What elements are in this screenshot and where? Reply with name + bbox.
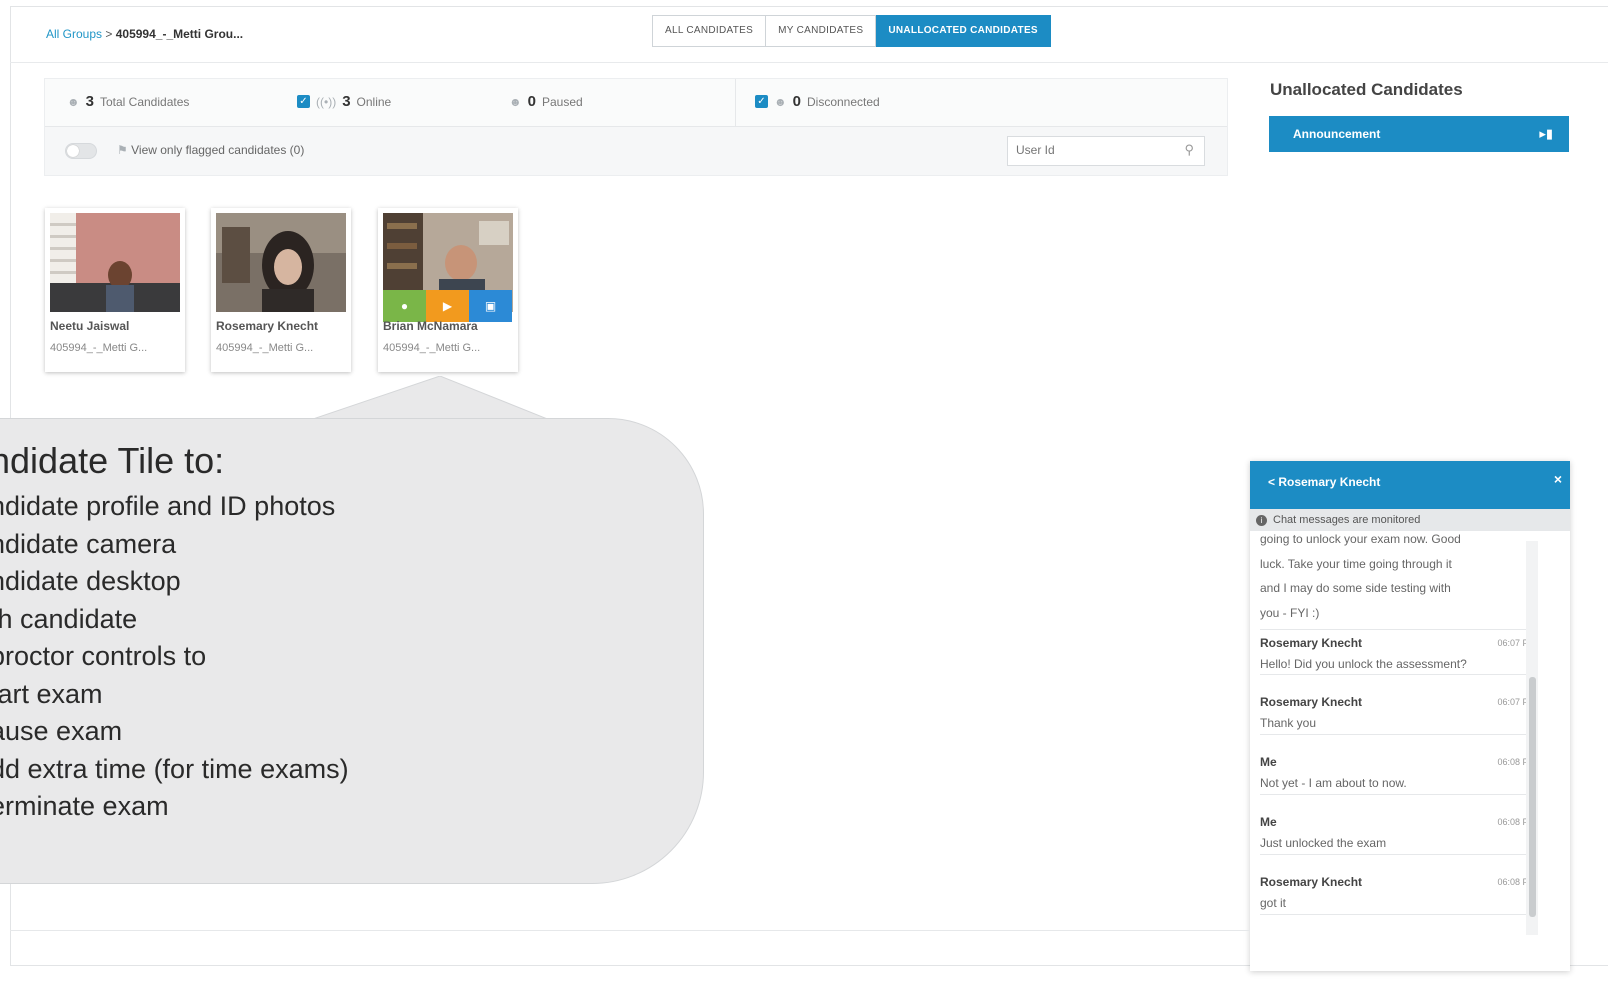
flagged-filter: ⚑ View only flagged candidates (0): [117, 143, 304, 157]
candidate-tile[interactable]: Neetu Jaiswal 405994_-_Metti G...: [45, 208, 185, 372]
candidate-action-bar: ● ▶ ▣: [383, 290, 513, 322]
info-icon: i: [1256, 515, 1267, 526]
chat-scrollbar-thumb[interactable]: [1529, 677, 1536, 917]
chat-scrollbar[interactable]: [1526, 541, 1538, 935]
divider: [735, 79, 736, 126]
breadcrumb-separator: >: [105, 27, 113, 41]
people-icon: ☻: [67, 94, 80, 109]
candidate-name: Brian McNamara: [383, 319, 478, 333]
stat-online-value: 3: [342, 93, 351, 110]
candidate-tile[interactable]: ● ▶ ▣ Brian McNamara 405994_-_Metti G...: [378, 208, 518, 372]
paused-user-icon: ☻: [509, 94, 522, 109]
previous-message-line: luck. Take your time going through it: [1260, 556, 1452, 571]
divider: [10, 930, 1250, 931]
candidate-group: 405994_-_Metti G...: [50, 342, 148, 354]
chat-message: Rosemary Knecht 06:08 PM got it: [1260, 869, 1536, 915]
callout-pointer: [310, 376, 550, 420]
stat-total-label: Total Candidates: [99, 94, 190, 109]
candidate-camera-photo[interactable]: [50, 213, 180, 312]
candidate-tabs: ALL CANDIDATES MY CANDIDATES UNALLOCATED…: [652, 15, 1051, 47]
right-panel-title: Unallocated Candidates: [1270, 80, 1463, 99]
stat-disconnected-label: Disconnected: [806, 94, 880, 109]
callout-line: proctor controls to: [0, 641, 207, 671]
callout-line: tart exam: [0, 678, 103, 709]
chat-message: Rosemary Knecht 06:07 PM Thank you: [1260, 689, 1536, 735]
user-id-search-input[interactable]: [1008, 137, 1174, 163]
disconnected-filter-checkbox[interactable]: ✓: [755, 95, 768, 108]
stat-disconnected: ✓ ☻ 0 Disconnected: [755, 93, 880, 110]
candidate-group: 405994_-_Metti G...: [216, 342, 314, 354]
message-sender: Me: [1260, 755, 1277, 769]
chat-window: < Rosemary Knecht × i Chat messages are m…: [1250, 461, 1570, 971]
chat-monitor-notice: i Chat messages are monitored: [1250, 509, 1570, 531]
stat-paused-value: 0: [527, 93, 536, 110]
previous-message-line: you - FYI :): [1260, 605, 1320, 620]
breadcrumb-root-link[interactable]: All Groups: [46, 27, 102, 41]
chat-message: Rosemary Knecht 06:07 PM Hello! Did you …: [1260, 629, 1536, 675]
breadcrumb: All Groups > 405994_-_Metti Grou...: [46, 27, 243, 41]
camera-icon[interactable]: ▶: [426, 290, 469, 322]
candidate-camera-photo[interactable]: [216, 213, 346, 312]
callout-line: dd extra time (for time exams): [0, 753, 349, 784]
stat-paused: ☻ 0 Paused: [509, 93, 583, 110]
candidate-group: 405994_-_Metti G...: [383, 342, 481, 354]
chat-icon[interactable]: ●: [383, 290, 426, 322]
announcement-button[interactable]: Announcement ▸▮: [1269, 116, 1569, 152]
stats-row: ☻ 3 Total Candidates ✓ ((•)) 3 Online ☻ …: [45, 79, 1227, 127]
flagged-toggle[interactable]: [65, 143, 97, 159]
announcement-label: Announcement: [1293, 127, 1381, 141]
message-text: Thank you: [1260, 716, 1317, 730]
chat-back-button[interactable]: < Rosemary Knecht: [1268, 475, 1380, 489]
stat-disconnected-value: 0: [792, 93, 801, 110]
previous-message: going to unlock your exam now. Good luck…: [1260, 531, 1536, 625]
candidate-name: Neetu Jaiswal: [50, 319, 130, 333]
stat-online-label: Online: [356, 94, 392, 109]
message-sender: Rosemary Knecht: [1260, 695, 1363, 709]
previous-message-line: and I may do some side testing with: [1260, 581, 1451, 595]
search-icon[interactable]: ⚲: [1184, 142, 1194, 158]
callout-line: ndidate camera: [0, 528, 177, 559]
callout-line: erminate exam: [0, 791, 169, 821]
message-text: Just unlocked the exam: [1260, 836, 1387, 850]
message-sender: Rosemary Knecht: [1260, 636, 1363, 650]
message-text: Hello! Did you unlock the assessment?: [1260, 657, 1467, 671]
stat-online: ✓ ((•)) 3 Online: [297, 93, 391, 110]
online-filter-checkbox[interactable]: ✓: [297, 95, 310, 108]
callout-line: ndidate profile and ID photos: [0, 491, 336, 521]
stat-total-value: 3: [85, 93, 94, 110]
message-text: Not yet - I am about to now.: [1260, 776, 1407, 790]
chat-message: Me 06:08 PM Not yet - I am about to now.: [1260, 749, 1536, 795]
desktop-icon[interactable]: ▣: [469, 290, 512, 322]
callout-line: th candidate: [0, 603, 138, 634]
flagged-filter-label: View only flagged candidates (0): [131, 143, 305, 157]
flag-icon: ⚑: [117, 143, 128, 157]
candidate-name: Rosemary Knecht: [216, 319, 319, 333]
stats-panel: ☻ 3 Total Candidates ✓ ((•)) 3 Online ☻ …: [44, 78, 1228, 176]
stat-total: ☻ 3 Total Candidates: [67, 93, 189, 110]
tab-all-candidates[interactable]: ALL CANDIDATES: [652, 15, 767, 47]
megaphone-icon: ▸▮: [1539, 126, 1553, 141]
chat-header: < Rosemary Knecht ×: [1250, 461, 1570, 509]
callout-title: ndidate Tile to:: [0, 440, 225, 481]
message-sender: Rosemary Knecht: [1260, 875, 1363, 889]
chat-message: Me 06:08 PM Just unlocked the exam: [1260, 809, 1536, 855]
stat-paused-label: Paused: [541, 94, 583, 109]
breadcrumb-current: 405994_-_Metti Grou...: [115, 27, 244, 41]
chat-message-list: going to unlock your exam now. Good luck…: [1250, 531, 1536, 931]
close-icon[interactable]: ×: [1554, 471, 1562, 487]
disconnected-user-icon: ☻: [774, 94, 787, 109]
message-text: got it: [1260, 896, 1287, 910]
chat-monitor-text: Chat messages are monitored: [1273, 514, 1421, 526]
callout-line: ndidate desktop: [0, 566, 181, 596]
tab-my-candidates[interactable]: MY CANDIDATES: [766, 15, 877, 47]
tab-unallocated-candidates[interactable]: UNALLOCATED CANDIDATES: [876, 15, 1051, 47]
callout-line: ause exam: [0, 716, 123, 746]
candidate-tile[interactable]: Rosemary Knecht 405994_-_Metti G...: [211, 208, 351, 372]
previous-message-line: going to unlock your exam now. Good: [1260, 532, 1461, 546]
message-sender: Me: [1260, 815, 1277, 829]
signal-icon: ((•)): [316, 94, 337, 109]
user-id-search: ⚲: [1007, 136, 1205, 166]
callout-list: ndidate profile and ID photos ndidate ca…: [0, 488, 349, 826]
